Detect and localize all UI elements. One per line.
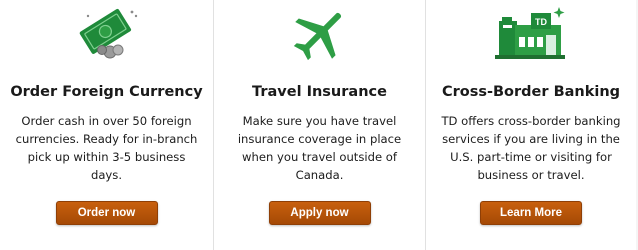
- svg-text:TD: TD: [535, 17, 547, 27]
- order-now-button[interactable]: Order now: [55, 201, 158, 225]
- card-description: TD offers cross-border banking services …: [441, 114, 621, 182]
- bank-branch-icon: TD: [426, 4, 636, 64]
- learn-more-button[interactable]: Learn More: [480, 201, 582, 225]
- travel-services-cards: Order Foreign Currency Order cash in ove…: [0, 0, 638, 250]
- card-foreign-currency: Order Foreign Currency Order cash in ove…: [0, 0, 213, 250]
- card-travel-insurance: Travel Insurance Make sure you have trav…: [213, 0, 426, 250]
- apply-now-button[interactable]: Apply now: [268, 201, 371, 225]
- card-title: Travel Insurance: [252, 84, 387, 100]
- airplane-icon: [214, 4, 425, 64]
- card-description: Order cash in over 50 foreign currencies…: [15, 114, 198, 182]
- cash-icon: [0, 4, 213, 64]
- card-description: Make sure you have travel insurance cove…: [237, 114, 402, 182]
- card-title: Order Foreign Currency: [10, 84, 203, 100]
- card-cross-border-banking: TD Cross-Border Banking TD offers cross-…: [426, 0, 636, 250]
- card-title: Cross-Border Banking: [441, 84, 621, 100]
